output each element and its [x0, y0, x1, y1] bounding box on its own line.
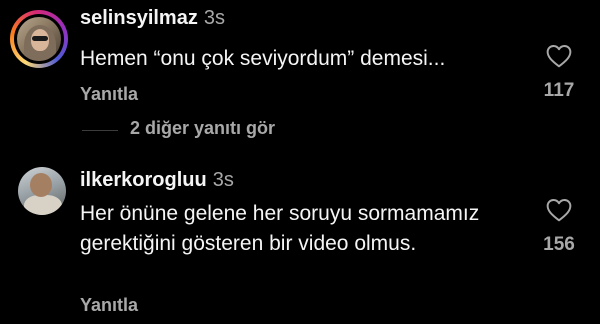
divider-line — [82, 130, 118, 131]
view-more-replies-button[interactable]: 2 diğer yanıtı gör — [82, 118, 382, 144]
avatar-head — [30, 173, 52, 197]
avatar[interactable] — [18, 167, 66, 215]
like-count: 117 — [543, 80, 575, 101]
heart-icon[interactable] — [546, 44, 572, 68]
comment-username[interactable]: ilkerkorogluu — [80, 169, 207, 191]
comment-item: ilkerkorogluu 3s Her önüne gelene her sor… — [0, 160, 600, 324]
comment-item: selinsyilmaz 3s Hemen “onu çok seviyordum… — [0, 0, 600, 118]
comment-username[interactable]: selinsyilmaz — [80, 7, 198, 29]
view-more-replies-label[interactable]: 2 diğer yanıtı gör — [130, 118, 275, 139]
avatar-body — [24, 195, 62, 215]
avatar — [17, 17, 61, 61]
avatar-glasses — [32, 36, 48, 41]
comment-timestamp: 3s — [212, 169, 234, 191]
avatar-story-ring[interactable] — [10, 10, 68, 68]
comment-timestamp: 3s — [203, 7, 225, 29]
like-count: 156 — [543, 234, 575, 255]
reply-button[interactable]: Yanıtla — [80, 295, 138, 316]
comment-username-row[interactable]: selinsyilmaz 3s — [80, 7, 225, 30]
heart-icon[interactable] — [546, 198, 572, 222]
comment-text: Hemen “onu çok seviyordum” demesi... — [80, 47, 446, 70]
comment-username-row[interactable]: ilkerkorogluu 3s — [80, 169, 234, 192]
comment-text: Her önüne gelene her soruyu sormamamız g… — [80, 202, 480, 255]
reply-button[interactable]: Yanıtla — [80, 84, 138, 105]
